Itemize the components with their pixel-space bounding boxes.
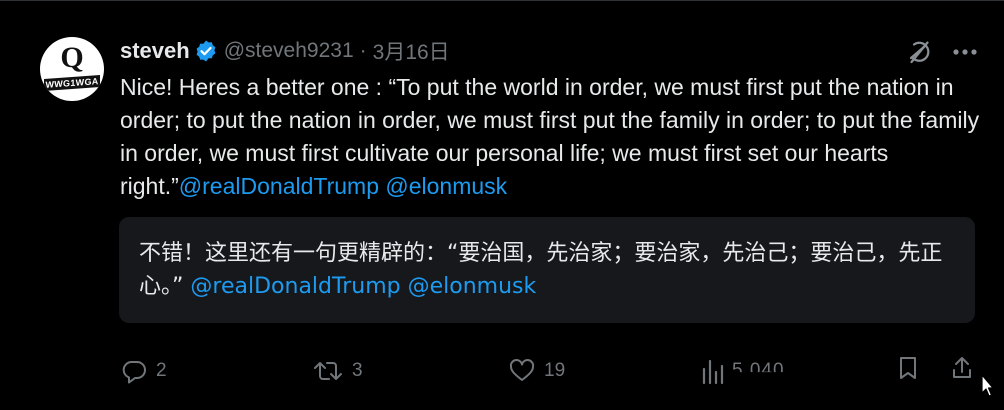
views-count: 5,040 [732, 360, 785, 381]
reply-count: 2 [156, 360, 167, 381]
tweet-date[interactable]: 3月16日 [373, 36, 450, 66]
separator-dot: · [359, 39, 367, 62]
heart-icon [508, 357, 544, 385]
more-icon[interactable] [952, 48, 978, 56]
quote-card[interactable]: 不错！这里还有一句更精辟的：“要治国，先治家；要治家，先治己；要治己，先正心。”… [119, 217, 975, 323]
like-count: 19 [544, 360, 566, 381]
tweet-container[interactable]: Q WWG1WGA steveh @steveh9231 · 3月16日 Nic… [0, 0, 1004, 410]
mention-link[interactable]: @elonmusk [408, 274, 537, 299]
avatar[interactable]: Q WWG1WGA [40, 37, 104, 101]
tweet-header: steveh @steveh9231 · 3月16日 [120, 35, 450, 67]
retweet-count: 3 [352, 360, 363, 381]
bookmark-icon[interactable] [896, 355, 920, 386]
mouse-cursor-icon [980, 373, 994, 399]
views-icon [700, 357, 732, 385]
avatar-letter: Q [60, 41, 84, 74]
tweet-secondary-actions [896, 355, 974, 386]
retweet-button[interactable]: 3 [312, 357, 363, 385]
mention-link[interactable]: @elonmusk [385, 173, 507, 199]
share-icon[interactable] [950, 355, 974, 386]
author-name[interactable]: steveh [120, 38, 190, 64]
tweet-text: Nice! Heres a better one : “To put the w… [120, 71, 980, 203]
tweet-actions: 2 3 19 5,040 [0, 353, 1004, 393]
retweet-icon [312, 357, 352, 385]
tweet-top-actions [904, 37, 978, 67]
avatar-banner: WWG1WGA [44, 75, 100, 91]
like-button[interactable]: 19 [508, 357, 565, 385]
grok-icon[interactable] [904, 37, 934, 67]
author-handle[interactable]: @steveh9231 [224, 39, 354, 63]
reply-button[interactable]: 2 [120, 357, 167, 385]
views-button[interactable]: 5,040 [700, 357, 785, 385]
mention-link[interactable]: @realDonaldTrump [190, 274, 400, 299]
reply-icon [120, 357, 156, 385]
verified-badge-icon [194, 39, 218, 63]
mention-link[interactable]: @realDonaldTrump [179, 173, 379, 199]
